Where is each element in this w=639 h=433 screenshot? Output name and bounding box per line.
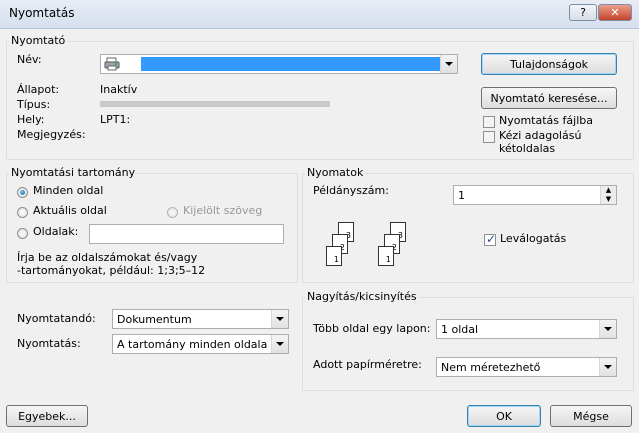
range-current-radio[interactable]: [17, 207, 28, 218]
chevron-down-icon: [599, 358, 616, 376]
close-button[interactable]: ✕: [598, 4, 632, 21]
copies-count-value: 1: [458, 189, 465, 202]
printer-name-label: Név:: [17, 53, 42, 66]
help-button[interactable]: ?: [569, 4, 597, 21]
comment-label: Megjegyzés:: [17, 128, 86, 141]
copies-count-label: Példányszám:: [313, 184, 389, 197]
properties-button[interactable]: Tulajdonságok: [481, 53, 617, 75]
range-selection-label: Kijelölt szöveg: [183, 204, 263, 217]
print-what-label: Nyomtatandó:: [17, 312, 96, 325]
collate-illustration-stack2: 3 2 1: [366, 222, 416, 270]
find-printer-button[interactable]: Nyomtató keresése...: [481, 87, 617, 109]
collate-checkbox[interactable]: [484, 232, 496, 246]
printer-icon: [104, 57, 120, 71]
pages-per-sheet-select[interactable]: 1 oldal: [436, 319, 617, 339]
manual-duplex-checkbox[interactable]: [483, 131, 495, 143]
copies-count-spinner[interactable]: 1 ▲ ▼: [453, 185, 617, 205]
printer-group-label: Nyomtató: [9, 34, 68, 47]
copies-group-label: Nyomatok: [305, 166, 366, 179]
title-bar: Nyomtatás ? ✕: [0, 0, 639, 29]
print-to-file-label: Nyomtatás fájlba: [499, 114, 593, 127]
range-help-text: Írja be az oldalszámokat és/vagy -tartom…: [17, 251, 206, 277]
ok-button[interactable]: OK: [467, 405, 541, 427]
cancel-button[interactable]: Mégse: [550, 405, 632, 427]
chevron-down-icon: [271, 335, 288, 353]
range-all-label: Minden oldal: [33, 184, 104, 197]
type-label: Típus:: [17, 98, 51, 111]
printer-name-value: [141, 57, 441, 71]
scale-to-paper-label: Adott papírméretre:: [313, 358, 422, 371]
options-button[interactable]: Egyebek...: [6, 405, 88, 427]
zoom-group-label: Nagyítás/kicsinyítés: [305, 290, 419, 303]
print-what-select[interactable]: Dokumentum: [112, 309, 289, 329]
collate-label: Leválogatás: [500, 232, 567, 245]
where-label: Hely:: [17, 113, 45, 126]
range-pages-radio[interactable]: [17, 228, 28, 239]
range-all-radio[interactable]: [17, 187, 28, 198]
type-value: [100, 101, 330, 107]
range-pages-label: Oldalak:: [33, 225, 79, 238]
manual-duplex-label: Kézi adagolású kétoldalas: [499, 129, 582, 155]
status-label: Állapot:: [17, 83, 60, 96]
chevron-down-icon: [440, 55, 457, 73]
pages-input[interactable]: [89, 224, 284, 244]
where-value: LPT1:: [100, 113, 131, 126]
print-pages-select[interactable]: A tartomány minden oldala: [112, 334, 289, 354]
help-icon: ?: [580, 6, 586, 19]
chevron-down-icon: [599, 320, 616, 338]
spinner-arrows-icon: ▲ ▼: [600, 186, 616, 204]
status-value: Inaktív: [100, 83, 138, 96]
pages-per-sheet-label: Több oldal egy lapon:: [313, 322, 431, 335]
print-label: Nyomtatás:: [17, 337, 81, 350]
range-current-label: Aktuális oldal: [33, 204, 107, 217]
collate-illustration-stack1: 3 2 1: [314, 222, 364, 270]
scale-to-paper-select[interactable]: Nem méretezhető: [436, 357, 617, 377]
close-icon: ✕: [610, 6, 620, 19]
printer-name-select[interactable]: [100, 54, 458, 74]
window-title: Nyomtatás: [9, 6, 75, 20]
range-selection-radio[interactable]: [167, 207, 178, 218]
chevron-down-icon: [271, 310, 288, 328]
print-to-file-checkbox[interactable]: [483, 116, 495, 128]
page-range-group-label: Nyomtatási tartomány: [9, 166, 138, 179]
